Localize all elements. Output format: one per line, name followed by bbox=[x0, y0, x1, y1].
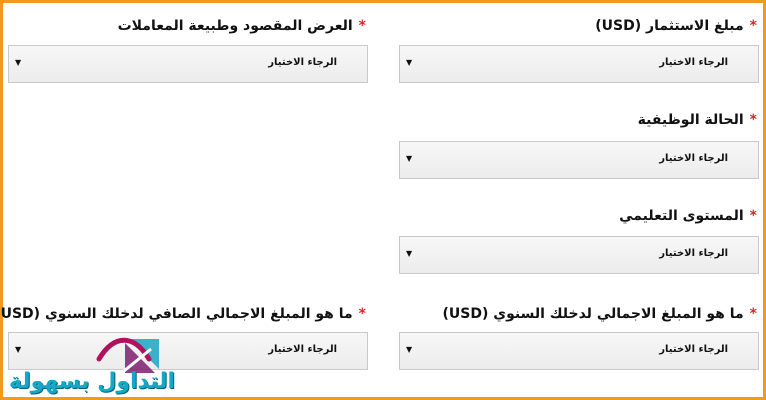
investment-amount-field: * مبلغ الاستثمار (USD) bbox=[399, 17, 757, 35]
employment-status-field: * الحالة الوظيفية bbox=[399, 111, 757, 129]
label-text: ما هو المبلغ الاجمالي الصافي لدخلك السنو… bbox=[0, 306, 353, 322]
annual-income-field: * ما هو المبلغ الاجمالي لدخلك السنوي (USD… bbox=[399, 305, 758, 323]
label-text: الحالة الوظيفية bbox=[637, 112, 744, 128]
required-marker: * bbox=[358, 18, 366, 34]
employment-status-label: * الحالة الوظيفية bbox=[399, 111, 757, 129]
select-value: الرجاء الاختيار bbox=[659, 153, 728, 164]
investment-amount-label: * مبلغ الاستثمار (USD) bbox=[399, 17, 757, 35]
dropdown-arrow-icon: ▼ bbox=[406, 345, 413, 354]
investment-amount-select[interactable]: الرجاء الاختيار ▼ bbox=[399, 45, 759, 83]
education-level-select[interactable]: الرجاء الاختيار ▼ bbox=[399, 236, 759, 274]
select-value: الرجاء الاختيار bbox=[268, 344, 337, 355]
required-marker: * bbox=[749, 208, 757, 224]
trading-logo: التداول بسهولة bbox=[9, 329, 179, 397]
net-annual-income-field: * ما هو المبلغ الاجمالي الصافي لدخلك السن… bbox=[0, 305, 366, 323]
intended-offer-select[interactable]: الرجاء الاختيار ▼ bbox=[8, 45, 368, 83]
dropdown-arrow-icon: ▼ bbox=[15, 58, 22, 67]
annual-income-select[interactable]: الرجاء الاختيار ▼ bbox=[399, 332, 759, 370]
intended-offer-label: * العرض المقصود وطبيعة المعاملات bbox=[8, 17, 366, 35]
select-value: الرجاء الاختيار bbox=[659, 344, 728, 355]
select-value: الرجاء الاختيار bbox=[659, 248, 728, 259]
label-text: العرض المقصود وطبيعة المعاملات bbox=[117, 18, 353, 34]
education-level-label: * المستوى التعليمي bbox=[399, 207, 757, 225]
label-text: المستوى التعليمي bbox=[619, 208, 744, 224]
dropdown-arrow-icon: ▼ bbox=[406, 154, 413, 163]
label-text: ما هو المبلغ الاجمالي لدخلك السنوي (USD) bbox=[442, 306, 744, 322]
select-value: الرجاء الاختيار bbox=[659, 57, 728, 68]
dropdown-arrow-icon: ▼ bbox=[406, 249, 413, 258]
employment-status-select[interactable]: الرجاء الاختيار ▼ bbox=[399, 141, 759, 179]
select-value: الرجاء الاختيار bbox=[268, 57, 337, 68]
required-marker: * bbox=[749, 112, 757, 128]
logo-text: التداول بسهولة bbox=[9, 369, 176, 394]
education-level-field: * المستوى التعليمي bbox=[399, 207, 757, 225]
form-frame: *مبلغ الاستثمار (USD) الرجاء الاختيار ▼ … bbox=[0, 0, 766, 400]
label-text: مبلغ الاستثمار (USD) bbox=[595, 18, 744, 34]
net-annual-income-label: * ما هو المبلغ الاجمالي الصافي لدخلك السن… bbox=[0, 305, 366, 323]
intended-offer-field: * العرض المقصود وطبيعة المعاملات bbox=[8, 17, 366, 35]
required-marker: * bbox=[358, 306, 366, 322]
required-marker: * bbox=[749, 306, 757, 322]
annual-income-label: * ما هو المبلغ الاجمالي لدخلك السنوي (USD… bbox=[399, 305, 758, 323]
dropdown-arrow-icon: ▼ bbox=[406, 58, 413, 67]
required-marker: * bbox=[749, 18, 757, 34]
